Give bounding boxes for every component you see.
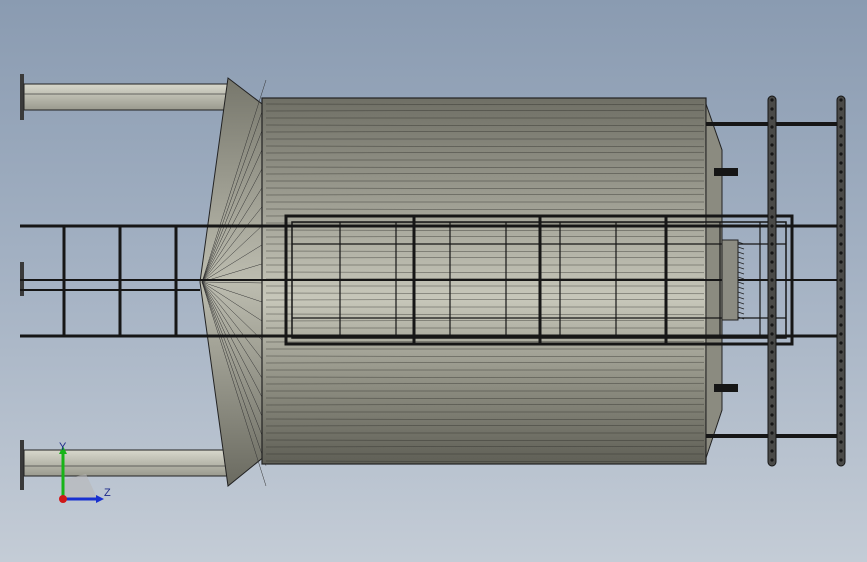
left-support-legs — [20, 74, 229, 490]
cad-model-silo[interactable] — [0, 0, 867, 562]
triad-z-label: Z — [104, 487, 111, 499]
triad-y-label: Y — [59, 441, 67, 453]
graphics-viewport[interactable]: Y Z — [0, 0, 867, 562]
hopper-cone — [199, 77, 271, 487]
